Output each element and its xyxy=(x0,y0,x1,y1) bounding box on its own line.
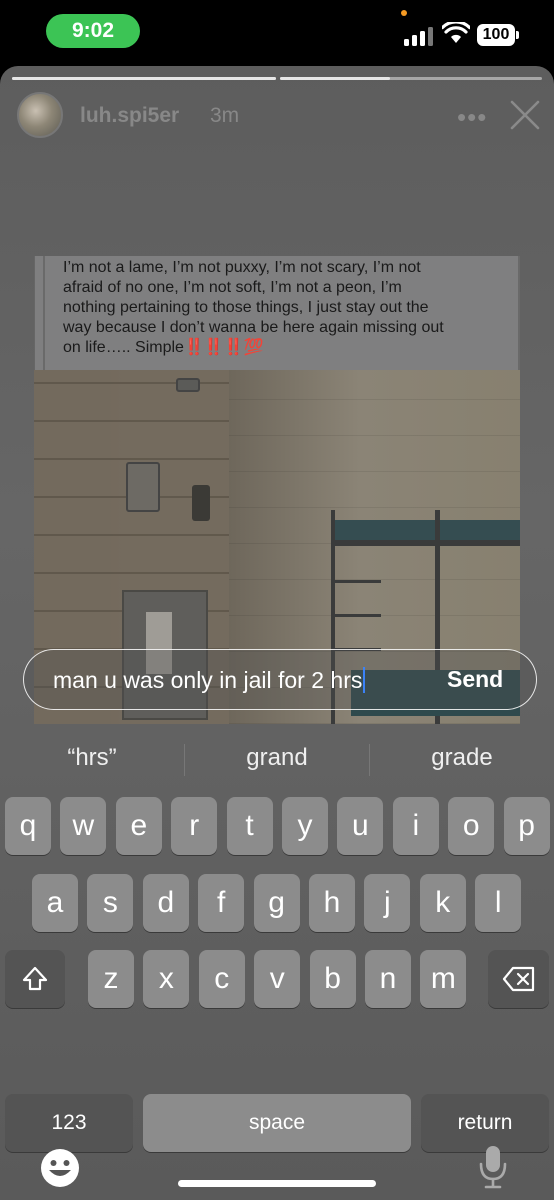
shift-icon xyxy=(22,966,48,991)
numbers-key[interactable]: 123 xyxy=(5,1094,133,1152)
key-z[interactable]: z xyxy=(88,950,134,1008)
wall-phone xyxy=(192,485,210,521)
status-time: 9:02 xyxy=(46,14,140,48)
key-i[interactable]: i xyxy=(392,797,439,855)
prediction-3[interactable]: grade xyxy=(370,744,554,772)
key-e[interactable]: e xyxy=(115,797,162,855)
send-button[interactable]: Send xyxy=(447,666,503,693)
reply-text[interactable]: man u was only in jail for 2 hrs xyxy=(53,667,366,694)
avatar[interactable] xyxy=(17,92,63,138)
key-a[interactable]: a xyxy=(32,874,78,932)
key-h[interactable]: h xyxy=(309,874,355,932)
status-bar: 9:02 100 xyxy=(0,0,554,64)
key-t[interactable]: t xyxy=(226,797,273,855)
key-p[interactable]: p xyxy=(503,797,550,855)
home-indicator[interactable] xyxy=(178,1180,376,1187)
shift-key[interactable] xyxy=(5,950,65,1008)
caption-line: afraid of no one, I’m not soft, I’m not … xyxy=(63,279,402,296)
privacy-indicator-dot xyxy=(401,10,407,16)
key-k[interactable]: k xyxy=(419,874,466,932)
text-caret xyxy=(363,667,366,693)
emoji-icon[interactable] xyxy=(40,1148,80,1188)
key-c[interactable]: c xyxy=(198,950,245,1008)
delete-key[interactable] xyxy=(488,950,549,1008)
story-username[interactable]: luh.spi5er xyxy=(80,104,179,128)
predictive-text-bar: “hrs” grand grade xyxy=(0,722,554,796)
story-progress-fill xyxy=(12,77,276,80)
keyboard: qwertyuiop asdfghjkl zxcvbnm 123 space r… xyxy=(0,792,554,1200)
story-progress-1 xyxy=(12,77,276,80)
key-y[interactable]: y xyxy=(282,797,328,855)
reply-input[interactable]: man u was only in jail for 2 hrs Send xyxy=(23,649,537,710)
microphone-icon[interactable] xyxy=(478,1144,508,1190)
story-age: 3m xyxy=(210,104,240,127)
key-j[interactable]: j xyxy=(364,874,411,932)
key-b[interactable]: b xyxy=(309,950,356,1008)
story-progress-2 xyxy=(280,77,542,80)
caption-line: I’m not a lame, I’m not puxxy, I’m not s… xyxy=(63,259,421,276)
backspace-icon xyxy=(502,966,534,992)
key-o[interactable]: o xyxy=(448,797,495,855)
key-g[interactable]: g xyxy=(253,874,300,932)
key-u[interactable]: u xyxy=(337,797,384,855)
cellular-signal-icon xyxy=(404,26,434,46)
key-x[interactable]: x xyxy=(143,950,190,1008)
key-n[interactable]: n xyxy=(365,950,411,1008)
close-icon[interactable] xyxy=(508,98,542,132)
key-s[interactable]: s xyxy=(87,874,134,932)
key-f[interactable]: f xyxy=(198,874,245,932)
more-options-icon[interactable]: ••• xyxy=(457,102,487,133)
battery-indicator: 100 xyxy=(477,24,519,46)
wifi-icon xyxy=(442,22,470,43)
prediction-1[interactable]: “hrs” xyxy=(0,744,184,772)
post-caption: I’m not a lame, I’m not puxxy, I’m not s… xyxy=(34,256,520,370)
caption-line: nothing pertaining to those things, I ju… xyxy=(63,299,429,316)
story-progress-fill xyxy=(280,77,391,80)
key-l[interactable]: l xyxy=(475,874,522,932)
key-d[interactable]: d xyxy=(142,874,189,932)
caption-line: way because I don’t wanna be here again … xyxy=(63,319,444,336)
key-q[interactable]: q xyxy=(5,797,51,855)
key-w[interactable]: w xyxy=(60,797,107,855)
key-m[interactable]: m xyxy=(420,950,467,1008)
key-v[interactable]: v xyxy=(254,950,301,1008)
prediction-2[interactable]: grand xyxy=(185,744,369,772)
story-viewer[interactable]: luh.spi5er 3m ••• I’m not a lame, I’m no… xyxy=(0,66,554,1200)
key-r[interactable]: r xyxy=(171,797,218,855)
space-key[interactable]: space xyxy=(143,1094,411,1152)
reply-value: man u was only in jail for 2 hrs xyxy=(53,667,363,693)
caption-line: on life….. Simple‼️‼️‼️💯 xyxy=(63,339,264,356)
